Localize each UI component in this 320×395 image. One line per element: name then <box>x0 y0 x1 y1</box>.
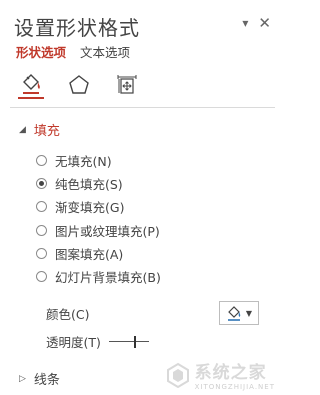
color-row: 颜色(C) ▼ <box>46 301 259 325</box>
line-section-title: 线条 <box>33 373 60 388</box>
radio-picture-texture-fill[interactable]: 图片或纹理填充(P) <box>36 219 161 242</box>
tab-text-options[interactable]: 文本选项 <box>80 42 130 61</box>
slider-thumb[interactable] <box>133 335 136 348</box>
color-label: 颜色(C) <box>46 306 90 322</box>
radio-no-fill[interactable]: 无填充(N) <box>36 149 161 172</box>
expanded-triangle-icon: ◢ <box>19 124 26 135</box>
option-tabs: 形状选项 文本选项 <box>16 42 130 61</box>
collapsed-triangle-icon: ▷ <box>19 373 26 384</box>
category-icons <box>18 71 140 99</box>
transparency-row: 透明度(T) <box>46 332 149 351</box>
chevron-down-icon: ▼ <box>245 308 253 318</box>
radio-label: 图案填充(A) <box>55 246 124 262</box>
watermark-logo-icon <box>166 362 189 388</box>
radio-button[interactable] <box>36 178 47 190</box>
window-controls: ▾ ✕ <box>242 16 271 31</box>
fill-line-icon[interactable] <box>18 71 44 99</box>
slider-track <box>108 340 149 342</box>
radio-label: 图片或纹理填充(P) <box>55 223 160 239</box>
panel-options-icon[interactable]: ▾ <box>242 16 248 30</box>
divider <box>10 107 275 108</box>
radio-button[interactable] <box>36 224 47 236</box>
transparency-label: 透明度(T) <box>46 335 101 350</box>
radio-label: 渐变填充(G) <box>55 200 125 216</box>
color-picker-button[interactable]: ▼ <box>219 301 259 325</box>
paint-bucket-icon <box>227 306 241 321</box>
size-properties-icon[interactable] <box>114 72 140 98</box>
watermark: 系统之家 XITONGZHIJIA.NET <box>165 358 275 391</box>
radio-pattern-fill[interactable]: 图案填充(A) <box>36 242 161 265</box>
radio-button[interactable] <box>36 155 47 167</box>
transparency-slider[interactable] <box>108 335 149 348</box>
fill-section-title: 填充 <box>33 124 60 139</box>
tab-shape-options[interactable]: 形状选项 <box>16 42 66 61</box>
radio-slide-background-fill[interactable]: 幻灯片背景填充(B) <box>36 265 161 288</box>
radio-button[interactable] <box>36 201 47 213</box>
effects-icon[interactable] <box>66 72 92 98</box>
fill-options: 无填充(N) 纯色填充(S) 渐变填充(G) 图片或纹理填充(P) 图案填充(A… <box>36 149 161 288</box>
watermark-url: XITONGZHIJIA.NET <box>194 383 275 391</box>
watermark-text: 系统之家 <box>194 363 267 383</box>
radio-button[interactable] <box>36 247 47 259</box>
radio-label: 无填充(N) <box>55 154 112 170</box>
radio-button[interactable] <box>36 271 47 283</box>
line-section-header[interactable]: ▷ 线条 <box>19 369 60 388</box>
radio-label: 幻灯片背景填充(B) <box>55 270 161 286</box>
radio-gradient-fill[interactable]: 渐变填充(G) <box>36 195 161 218</box>
panel-title: 设置形状格式 <box>14 16 140 40</box>
radio-solid-fill[interactable]: 纯色填充(S) <box>36 172 161 195</box>
radio-label: 纯色填充(S) <box>55 177 123 193</box>
fill-section-header[interactable]: ◢ 填充 <box>19 120 60 139</box>
close-icon[interactable]: ✕ <box>258 16 271 31</box>
